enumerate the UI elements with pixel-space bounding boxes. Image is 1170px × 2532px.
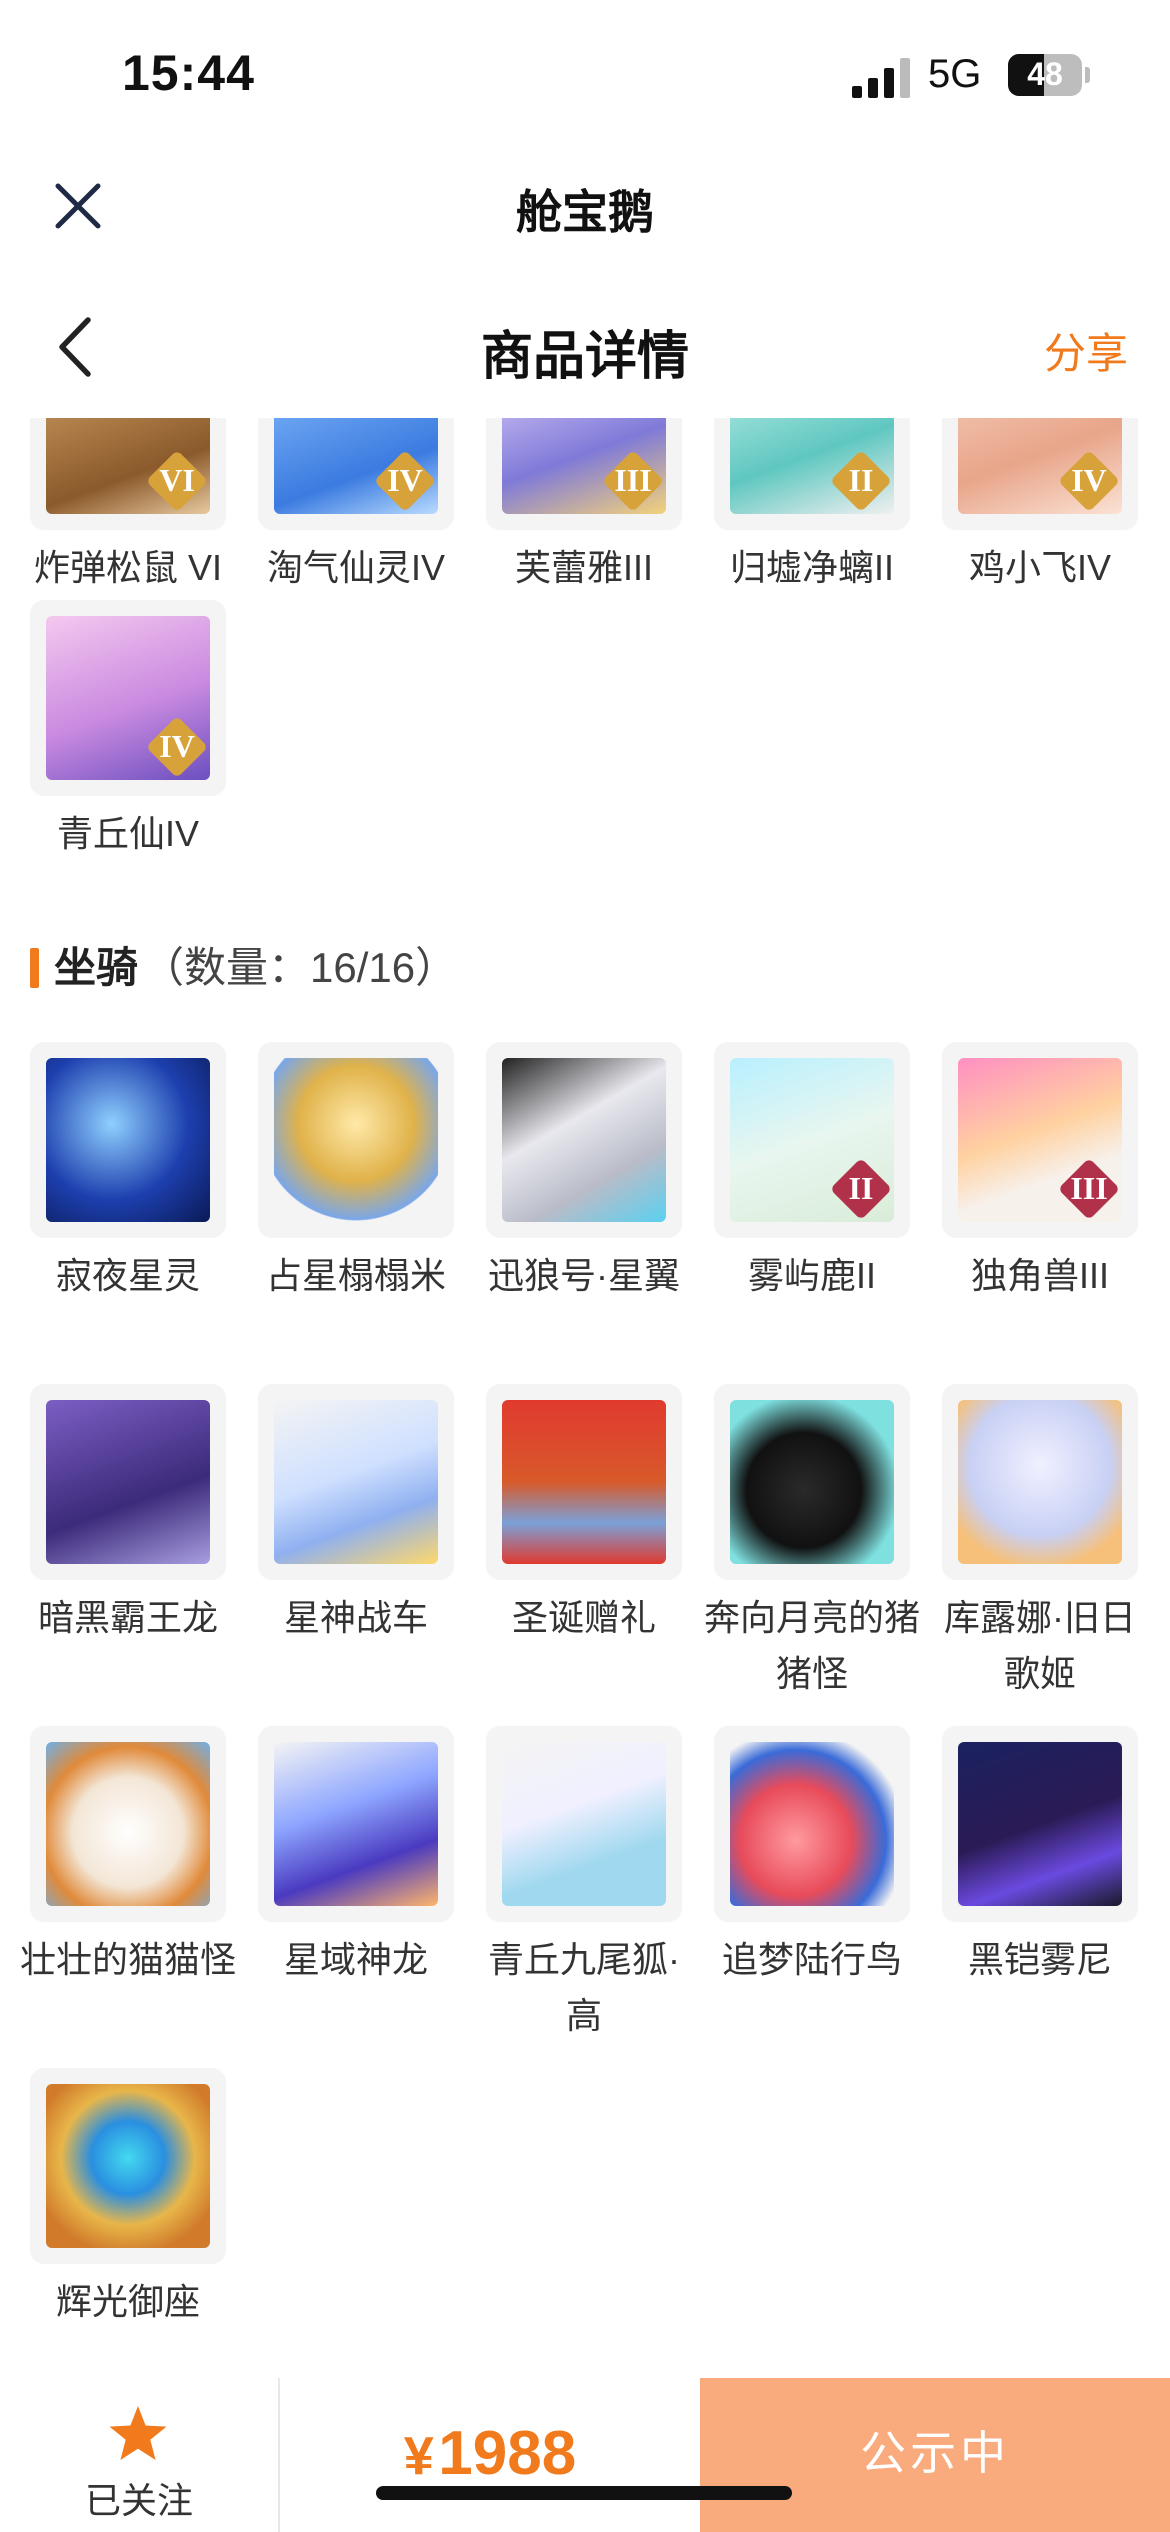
mount-item[interactable]: 辉光御座 (30, 2068, 226, 2330)
signal-icon (852, 58, 910, 98)
rank-badge-icon: II (829, 1157, 893, 1221)
rank-badge-icon: VI (145, 449, 209, 513)
mount-item[interactable]: 追梦陆行鸟 (714, 1726, 910, 1988)
mount-item[interactable]: 星域神龙 (258, 1726, 454, 1988)
price-currency: ¥ (403, 2426, 434, 2486)
item-thumbnail (274, 1400, 438, 1564)
home-indicator (376, 2486, 792, 2500)
mount-item[interactable]: III 独角兽III (942, 1042, 1138, 1304)
mount-item[interactable]: 占星榻榻米 (258, 1042, 454, 1304)
price: ¥ 1988 (280, 2418, 700, 2489)
network-label: 5G (928, 52, 982, 96)
item-thumbnail (730, 1742, 894, 1906)
status-bar: 15:44 5G 48 (0, 0, 1170, 150)
page-title: 商品详情 (480, 328, 689, 386)
mount-item[interactable]: 壮壮的猫猫怪 (20, 1726, 236, 1988)
pet-item[interactable]: III 芙蕾雅III (486, 418, 682, 596)
rank-badge-icon: III (601, 449, 665, 513)
rank-badge-icon: III (1057, 1157, 1121, 1221)
item-thumbnail (46, 1058, 210, 1222)
section-count: （数量：16/16） (142, 944, 458, 991)
rank-badge-icon: IV (145, 715, 209, 779)
pet-item[interactable]: IV 鸡小飞IV (942, 418, 1138, 596)
battery-level: 48 (1027, 56, 1063, 92)
mount-item[interactable]: 星神战车 (258, 1384, 454, 1646)
status-time: 15:44 (122, 45, 255, 101)
item-thumbnail (502, 1400, 666, 1564)
section-accent-bar (30, 948, 39, 988)
follow-button[interactable]: 已关注 (0, 2378, 278, 2532)
mount-item[interactable]: 库露娜·旧日歌姬 (942, 1384, 1138, 1702)
follow-label: 已关注 (84, 2480, 193, 2521)
pet-item[interactable]: IV 青丘仙IV (30, 600, 226, 862)
item-thumbnail (502, 1058, 666, 1222)
mount-item[interactable]: 黑铠雾尼 (942, 1726, 1138, 1988)
share-button[interactable]: 分享 (1044, 320, 1128, 381)
battery-icon: 48 (1008, 54, 1090, 96)
content-scroll[interactable]: VI 炸弹松鼠 VI IV 淘气仙灵IV III 芙蕾雅III II 归墟净螭I… (0, 418, 1170, 2368)
pet-item[interactable]: II 归墟净螭II (714, 418, 910, 596)
rank-badge-icon: II (829, 449, 893, 513)
item-thumbnail (274, 1742, 438, 1906)
price-amount: 1988 (438, 2419, 577, 2488)
item-thumbnail (46, 1400, 210, 1564)
section-title: 坐骑 (54, 944, 139, 991)
app-title: 舱宝鹅 (516, 186, 654, 238)
pet-item[interactable]: VI 炸弹松鼠 VI (30, 418, 226, 596)
mount-item[interactable]: 青丘九尾狐·高 (486, 1726, 682, 2044)
item-thumbnail (730, 1400, 894, 1564)
pet-item[interactable]: IV 淘气仙灵IV (258, 418, 454, 596)
item-thumbnail (46, 2084, 210, 2248)
item-thumbnail (502, 1742, 666, 1906)
status-button[interactable]: 公示中 (700, 2378, 1170, 2532)
bottom-action-bar: 已关注 ¥ 1988 公示中 (0, 2378, 1170, 2532)
mount-item[interactable]: 暗黑霸王龙 (30, 1384, 226, 1646)
mount-item[interactable]: 寂夜星灵 (30, 1042, 226, 1304)
item-thumbnail (46, 1742, 210, 1906)
mount-item[interactable]: 迅狼号·星翼 (486, 1042, 682, 1304)
item-thumbnail (274, 1058, 438, 1222)
star-icon (109, 2406, 167, 2460)
mount-item[interactable]: 奔向月亮的猪猪怪 (704, 1384, 920, 1702)
rank-badge-icon: IV (373, 449, 437, 513)
rank-badge-icon: IV (1057, 449, 1121, 513)
mount-item[interactable]: II 雾屿鹿II (714, 1042, 910, 1304)
item-thumbnail (958, 1742, 1122, 1906)
item-thumbnail (958, 1400, 1122, 1564)
mount-item[interactable]: 圣诞赠礼 (486, 1384, 682, 1646)
